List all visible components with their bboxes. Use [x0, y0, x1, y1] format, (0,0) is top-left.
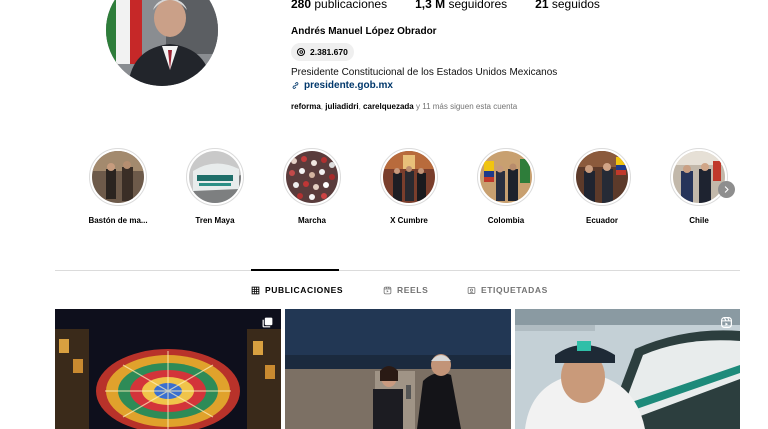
- highlight-thumbnail: [189, 151, 241, 203]
- reels-icon: [383, 286, 392, 294]
- followers-count: 1,3 M: [415, 0, 446, 11]
- following-count: 21: [535, 0, 549, 11]
- highlight-ring: [670, 148, 728, 206]
- chevron-right-icon: [724, 186, 729, 193]
- following-stat[interactable]: 21 seguidos: [535, 0, 600, 11]
- threads-badge[interactable]: 2.381.670: [291, 43, 354, 61]
- following-label: seguidos: [551, 0, 600, 11]
- tabs-divider: [55, 270, 740, 271]
- highlight-item[interactable]: Colombia: [456, 148, 556, 225]
- active-tab-indicator: [251, 269, 339, 271]
- profile-avatar[interactable]: [106, 0, 218, 86]
- threads-count: 2.381.670: [310, 47, 348, 57]
- highlight-label: Chile: [689, 216, 709, 225]
- grid-icon: [251, 286, 260, 294]
- tab-reels[interactable]: REELS: [383, 285, 428, 295]
- post-tile[interactable]: [55, 309, 281, 429]
- highlights-next-button[interactable]: [718, 181, 735, 198]
- post-image: [55, 309, 281, 429]
- highlight-thumbnail: [92, 151, 144, 203]
- highlight-thumbnail: [383, 151, 435, 203]
- avatar-photo: [106, 0, 218, 86]
- highlight-thumbnail: [576, 151, 628, 203]
- highlight-label: X Cumbre: [390, 216, 428, 225]
- highlight-thumbnail: [673, 151, 725, 203]
- tagged-icon: [467, 286, 476, 294]
- followed-by-name: juliadidri: [325, 102, 359, 111]
- highlight-item[interactable]: Ecuador: [552, 148, 652, 225]
- tab-etiquetadas[interactable]: ETIQUETADAS: [467, 285, 548, 295]
- tab-label: REELS: [397, 285, 429, 295]
- post-image: [515, 309, 740, 429]
- highlight-ring: [186, 148, 244, 206]
- story-highlights: Bastón de ma... Tren Maya Marcha X Cumbr…: [0, 148, 768, 238]
- followed-by-name: carelquezada: [363, 102, 414, 111]
- highlight-label: Ecuador: [585, 216, 618, 225]
- followers-label: seguidores: [448, 0, 508, 11]
- followed-by-suffix: y 11 más siguen esta cuenta: [415, 102, 518, 111]
- followers-stat[interactable]: 1,3 M seguidores: [415, 0, 507, 11]
- profile-name: Andrés Manuel López Obrador: [291, 26, 437, 37]
- highlight-label: Marcha: [297, 216, 326, 225]
- profile-stats: 280 publicaciones 1,3 M seguidores 21 se…: [291, 0, 628, 11]
- highlight-thumbnail: [480, 151, 532, 203]
- profile-link-text: presidente.gob.mx: [304, 80, 393, 91]
- followed-by-name: reforma: [291, 102, 321, 111]
- highlight-label: Bastón de ma...: [88, 216, 148, 225]
- highlight-thumbnail: [286, 151, 338, 203]
- highlight-ring: [89, 148, 147, 206]
- tab-publicaciones[interactable]: PUBLICACIONES: [251, 285, 343, 295]
- post-tile[interactable]: [515, 309, 740, 429]
- highlight-ring: [380, 148, 438, 206]
- highlight-item[interactable]: Tren Maya: [165, 148, 265, 225]
- link-icon: [292, 82, 299, 89]
- posts-stat: 280 publicaciones: [291, 0, 387, 11]
- reel-icon: [721, 317, 732, 328]
- highlight-ring: [573, 148, 631, 206]
- carousel-icon: [262, 317, 273, 328]
- posts-count: 280: [291, 0, 312, 11]
- highlight-item[interactable]: Marcha: [262, 148, 362, 225]
- profile-link[interactable]: presidente.gob.mx: [291, 80, 393, 91]
- followed-by[interactable]: reforma, juliadidri, carelquezada y 11 m…: [291, 102, 517, 111]
- posts-label: publicaciones: [314, 0, 388, 11]
- highlight-label: Colombia: [487, 216, 525, 225]
- post-image: [285, 309, 511, 429]
- highlight-label: Tren Maya: [195, 216, 235, 225]
- highlight-item[interactable]: X Cumbre: [359, 148, 459, 225]
- highlight-ring: [283, 148, 341, 206]
- tab-label: PUBLICACIONES: [265, 285, 344, 295]
- highlight-ring: [477, 148, 535, 206]
- tab-label: ETIQUETADAS: [481, 285, 548, 295]
- profile-bio: Presidente Constitucional de los Estados…: [291, 67, 558, 78]
- post-tile[interactable]: [285, 309, 511, 429]
- threads-icon: [296, 47, 306, 57]
- highlight-item[interactable]: Bastón de ma...: [68, 148, 168, 225]
